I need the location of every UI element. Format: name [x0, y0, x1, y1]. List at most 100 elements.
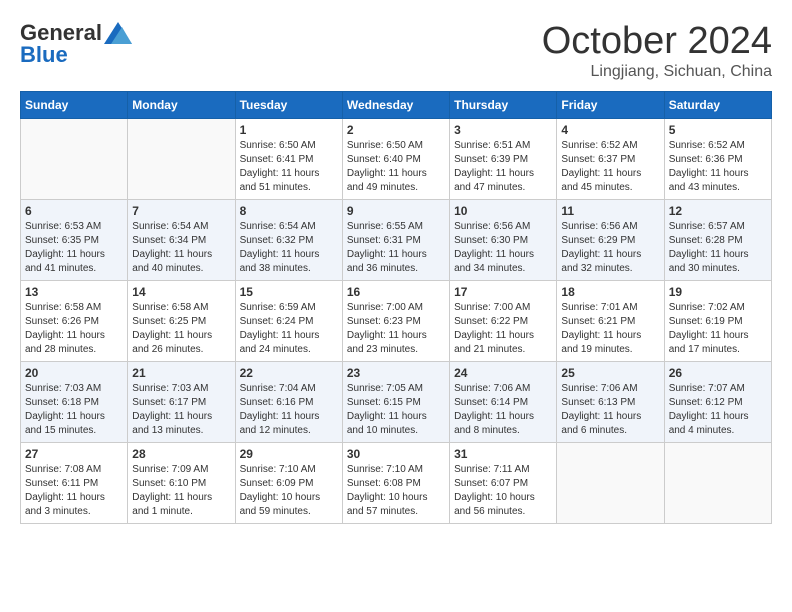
- calendar-cell: 3 Sunrise: 6:51 AM Sunset: 6:39 PM Daylig…: [450, 119, 557, 200]
- day-number: 17: [454, 285, 552, 299]
- day-detail: Sunrise: 6:52 AM Sunset: 6:37 PM Dayligh…: [561, 139, 659, 195]
- calendar-header-row: SundayMondayTuesdayWednesdayThursdayFrid…: [21, 92, 772, 119]
- calendar-cell: 1 Sunrise: 6:50 AM Sunset: 6:41 PM Daylig…: [235, 119, 342, 200]
- day-detail: Sunrise: 7:07 AM Sunset: 6:12 PM Dayligh…: [669, 382, 767, 438]
- day-detail: Sunrise: 6:54 AM Sunset: 6:32 PM Dayligh…: [240, 220, 338, 276]
- day-detail: Sunrise: 7:00 AM Sunset: 6:22 PM Dayligh…: [454, 301, 552, 357]
- calendar-cell: 21 Sunrise: 7:03 AM Sunset: 6:17 PM Dayli…: [128, 362, 235, 443]
- calendar-cell: 6 Sunrise: 6:53 AM Sunset: 6:35 PM Daylig…: [21, 200, 128, 281]
- weekday-header: Friday: [557, 92, 664, 119]
- calendar-cell: 22Sunrise: 7:04 AM Sunset: 6:16 PM Dayli…: [235, 362, 342, 443]
- calendar-table: SundayMondayTuesdayWednesdayThursdayFrid…: [20, 91, 772, 524]
- calendar-cell: 5 Sunrise: 6:52 AM Sunset: 6:36 PM Daylig…: [664, 119, 771, 200]
- day-detail: Sunrise: 7:06 AM Sunset: 6:13 PM Dayligh…: [561, 382, 659, 438]
- day-detail: Sunrise: 6:50 AM Sunset: 6:41 PM Dayligh…: [240, 139, 338, 195]
- day-detail: Sunrise: 7:09 AM Sunset: 6:10 PM Dayligh…: [132, 463, 230, 519]
- calendar-cell: 12Sunrise: 6:57 AM Sunset: 6:28 PM Dayli…: [664, 200, 771, 281]
- calendar-cell: 27 Sunrise: 7:08 AM Sunset: 6:11 PM Dayli…: [21, 443, 128, 524]
- calendar-cell: 2Sunrise: 6:50 AM Sunset: 6:40 PM Daylig…: [342, 119, 449, 200]
- day-number: 13: [25, 285, 123, 299]
- day-number: 20: [25, 366, 123, 380]
- calendar-week-row: 6 Sunrise: 6:53 AM Sunset: 6:35 PM Daylig…: [21, 200, 772, 281]
- calendar-cell: 18 Sunrise: 7:01 AM Sunset: 6:21 PM Dayli…: [557, 281, 664, 362]
- weekday-header: Thursday: [450, 92, 557, 119]
- day-number: 31: [454, 447, 552, 461]
- calendar-cell: 26 Sunrise: 7:07 AM Sunset: 6:12 PM Dayli…: [664, 362, 771, 443]
- calendar-cell: 30 Sunrise: 7:10 AM Sunset: 6:08 PM Dayli…: [342, 443, 449, 524]
- day-number: 1: [240, 123, 338, 137]
- page-header: General Blue October 2024 Lingjiang, Sic…: [20, 20, 772, 81]
- day-detail: Sunrise: 6:50 AM Sunset: 6:40 PM Dayligh…: [347, 139, 445, 195]
- day-detail: Sunrise: 6:56 AM Sunset: 6:29 PM Dayligh…: [561, 220, 659, 276]
- calendar-cell: 9Sunrise: 6:55 AM Sunset: 6:31 PM Daylig…: [342, 200, 449, 281]
- weekday-header: Tuesday: [235, 92, 342, 119]
- day-number: 15: [240, 285, 338, 299]
- day-detail: Sunrise: 7:02 AM Sunset: 6:19 PM Dayligh…: [669, 301, 767, 357]
- day-detail: Sunrise: 7:08 AM Sunset: 6:11 PM Dayligh…: [25, 463, 123, 519]
- day-detail: Sunrise: 6:58 AM Sunset: 6:26 PM Dayligh…: [25, 301, 123, 357]
- location: Lingjiang, Sichuan, China: [542, 63, 772, 81]
- day-number: 28: [132, 447, 230, 461]
- calendar-cell: 8 Sunrise: 6:54 AM Sunset: 6:32 PM Daylig…: [235, 200, 342, 281]
- month-title: October 2024: [542, 20, 772, 63]
- day-number: 4: [561, 123, 659, 137]
- calendar-cell: 20 Sunrise: 7:03 AM Sunset: 6:18 PM Dayli…: [21, 362, 128, 443]
- day-detail: Sunrise: 7:11 AM Sunset: 6:07 PM Dayligh…: [454, 463, 552, 519]
- day-detail: Sunrise: 6:52 AM Sunset: 6:36 PM Dayligh…: [669, 139, 767, 195]
- calendar-week-row: 1 Sunrise: 6:50 AM Sunset: 6:41 PM Daylig…: [21, 119, 772, 200]
- calendar-cell: 29Sunrise: 7:10 AM Sunset: 6:09 PM Dayli…: [235, 443, 342, 524]
- day-number: 23: [347, 366, 445, 380]
- calendar-cell: [21, 119, 128, 200]
- calendar-cell: 16Sunrise: 7:00 AM Sunset: 6:23 PM Dayli…: [342, 281, 449, 362]
- calendar-cell: 15 Sunrise: 6:59 AM Sunset: 6:24 PM Dayli…: [235, 281, 342, 362]
- day-detail: Sunrise: 6:53 AM Sunset: 6:35 PM Dayligh…: [25, 220, 123, 276]
- day-number: 25: [561, 366, 659, 380]
- day-detail: Sunrise: 7:01 AM Sunset: 6:21 PM Dayligh…: [561, 301, 659, 357]
- calendar-cell: 28 Sunrise: 7:09 AM Sunset: 6:10 PM Dayli…: [128, 443, 235, 524]
- day-number: 21: [132, 366, 230, 380]
- calendar-cell: 4 Sunrise: 6:52 AM Sunset: 6:37 PM Daylig…: [557, 119, 664, 200]
- logo-blue: Blue: [20, 42, 68, 68]
- calendar-week-row: 27 Sunrise: 7:08 AM Sunset: 6:11 PM Dayli…: [21, 443, 772, 524]
- day-number: 3: [454, 123, 552, 137]
- calendar-cell: 13 Sunrise: 6:58 AM Sunset: 6:26 PM Dayli…: [21, 281, 128, 362]
- day-detail: Sunrise: 7:10 AM Sunset: 6:08 PM Dayligh…: [347, 463, 445, 519]
- day-number: 6: [25, 204, 123, 218]
- day-number: 5: [669, 123, 767, 137]
- calendar-cell: 17 Sunrise: 7:00 AM Sunset: 6:22 PM Dayli…: [450, 281, 557, 362]
- weekday-header: Wednesday: [342, 92, 449, 119]
- calendar-cell: 14 Sunrise: 6:58 AM Sunset: 6:25 PM Dayli…: [128, 281, 235, 362]
- day-detail: Sunrise: 7:05 AM Sunset: 6:15 PM Dayligh…: [347, 382, 445, 438]
- day-detail: Sunrise: 6:56 AM Sunset: 6:30 PM Dayligh…: [454, 220, 552, 276]
- day-number: 9: [347, 204, 445, 218]
- day-number: 22: [240, 366, 338, 380]
- day-number: 27: [25, 447, 123, 461]
- day-detail: Sunrise: 6:51 AM Sunset: 6:39 PM Dayligh…: [454, 139, 552, 195]
- calendar-cell: 23 Sunrise: 7:05 AM Sunset: 6:15 PM Dayli…: [342, 362, 449, 443]
- day-number: 8: [240, 204, 338, 218]
- calendar-cell: 7Sunrise: 6:54 AM Sunset: 6:34 PM Daylig…: [128, 200, 235, 281]
- day-number: 30: [347, 447, 445, 461]
- day-number: 24: [454, 366, 552, 380]
- day-number: 14: [132, 285, 230, 299]
- calendar-cell: [664, 443, 771, 524]
- calendar-cell: 19 Sunrise: 7:02 AM Sunset: 6:19 PM Dayli…: [664, 281, 771, 362]
- day-detail: Sunrise: 7:10 AM Sunset: 6:09 PM Dayligh…: [240, 463, 338, 519]
- day-number: 18: [561, 285, 659, 299]
- day-detail: Sunrise: 6:54 AM Sunset: 6:34 PM Dayligh…: [132, 220, 230, 276]
- day-detail: Sunrise: 7:03 AM Sunset: 6:17 PM Dayligh…: [132, 382, 230, 438]
- day-detail: Sunrise: 7:03 AM Sunset: 6:18 PM Dayligh…: [25, 382, 123, 438]
- day-number: 12: [669, 204, 767, 218]
- calendar-cell: 11Sunrise: 6:56 AM Sunset: 6:29 PM Dayli…: [557, 200, 664, 281]
- weekday-header: Sunday: [21, 92, 128, 119]
- day-number: 10: [454, 204, 552, 218]
- calendar-cell: [128, 119, 235, 200]
- day-number: 19: [669, 285, 767, 299]
- day-detail: Sunrise: 6:58 AM Sunset: 6:25 PM Dayligh…: [132, 301, 230, 357]
- calendar-cell: [557, 443, 664, 524]
- title-section: October 2024 Lingjiang, Sichuan, China: [542, 20, 772, 81]
- calendar-cell: 25 Sunrise: 7:06 AM Sunset: 6:13 PM Dayli…: [557, 362, 664, 443]
- day-detail: Sunrise: 6:59 AM Sunset: 6:24 PM Dayligh…: [240, 301, 338, 357]
- day-number: 26: [669, 366, 767, 380]
- weekday-header: Saturday: [664, 92, 771, 119]
